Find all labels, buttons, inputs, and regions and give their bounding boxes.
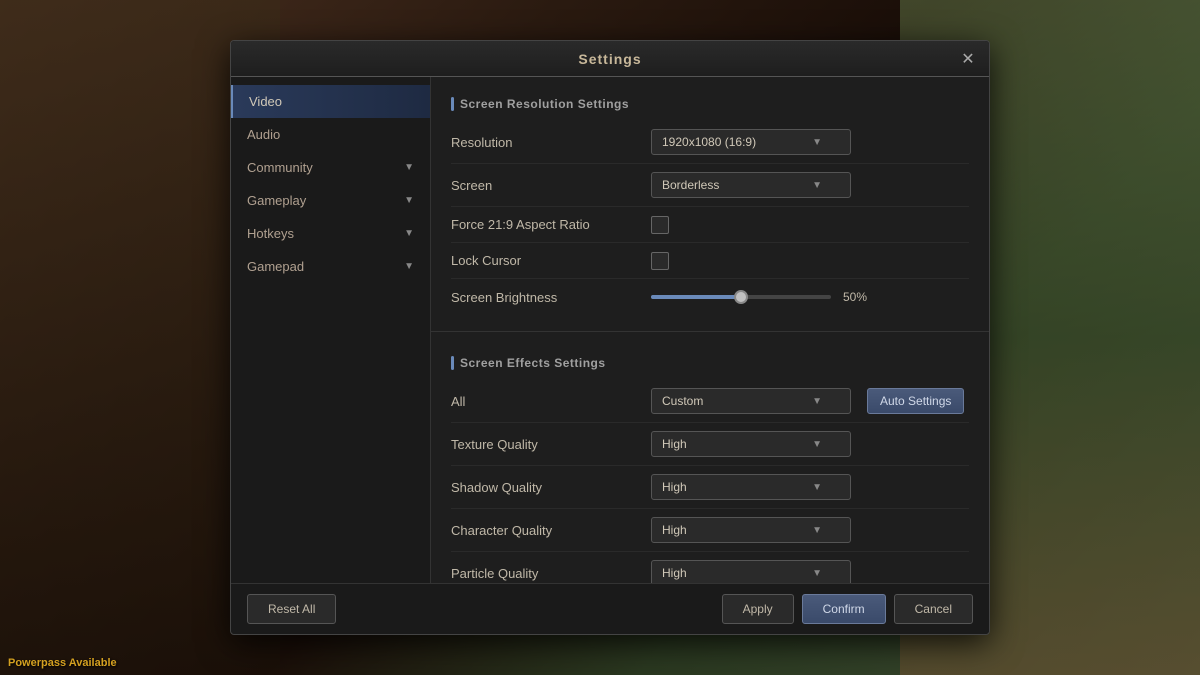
- brightness-row: Screen Brightness 50%: [451, 279, 969, 315]
- chevron-down-icon: ▼: [812, 180, 822, 191]
- texture-quality-value: High: [662, 437, 687, 451]
- screen-effects-section: Screen Effects Settings All Custom ▼ Aut…: [431, 336, 989, 583]
- resolution-row: Resolution 1920x1080 (16:9) ▼: [451, 121, 969, 164]
- sidebar-item-label: Hotkeys: [247, 226, 294, 241]
- auto-settings-button[interactable]: Auto Settings: [867, 388, 964, 414]
- sidebar-item-label: Audio: [247, 127, 280, 142]
- force-aspect-control: [651, 216, 969, 234]
- texture-quality-label: Texture Quality: [451, 437, 651, 452]
- sidebar-item-audio[interactable]: Audio: [231, 118, 430, 151]
- sidebar-item-video[interactable]: Video: [231, 85, 430, 118]
- brightness-slider-track[interactable]: [651, 295, 831, 299]
- resolution-dropdown[interactable]: 1920x1080 (16:9) ▼: [651, 129, 851, 155]
- character-quality-value: High: [662, 523, 687, 537]
- chevron-down-icon: ▼: [812, 568, 822, 579]
- character-quality-label: Character Quality: [451, 523, 651, 538]
- resolution-control: 1920x1080 (16:9) ▼: [651, 129, 969, 155]
- shadow-quality-label: Shadow Quality: [451, 480, 651, 495]
- force-aspect-row: Force 21:9 Aspect Ratio: [451, 207, 969, 243]
- lock-cursor-checkbox[interactable]: [651, 252, 669, 270]
- chevron-down-icon: ▼: [404, 162, 414, 173]
- chevron-down-icon: ▼: [812, 439, 822, 450]
- brightness-label: Screen Brightness: [451, 290, 651, 305]
- particle-quality-dropdown[interactable]: High ▼: [651, 560, 851, 583]
- lock-cursor-label: Lock Cursor: [451, 253, 651, 268]
- apply-button[interactable]: Apply: [722, 594, 794, 624]
- all-label: All: [451, 394, 651, 409]
- shadow-quality-control: High ▼: [651, 474, 969, 500]
- chevron-down-icon: ▼: [812, 137, 822, 148]
- cancel-button[interactable]: Cancel: [894, 594, 973, 624]
- texture-quality-control: High ▼: [651, 431, 969, 457]
- texture-quality-dropdown[interactable]: High ▼: [651, 431, 851, 457]
- screen-control: Borderless ▼: [651, 172, 969, 198]
- confirm-button[interactable]: Confirm: [802, 594, 886, 624]
- lock-cursor-row: Lock Cursor: [451, 243, 969, 279]
- brightness-slider-fill: [651, 295, 741, 299]
- screen-value: Borderless: [662, 178, 719, 192]
- lock-cursor-control: [651, 252, 969, 270]
- force-aspect-label: Force 21:9 Aspect Ratio: [451, 217, 651, 232]
- reset-all-button[interactable]: Reset All: [247, 594, 336, 624]
- all-control: Custom ▼ Auto Settings: [651, 388, 969, 414]
- all-dropdown[interactable]: Custom ▼: [651, 388, 851, 414]
- dialog-title: Settings: [578, 51, 641, 67]
- dialog-footer: Reset All Apply Confirm Cancel: [231, 583, 989, 634]
- sidebar-item-label: Gamepad: [247, 259, 304, 274]
- character-quality-dropdown[interactable]: High ▼: [651, 517, 851, 543]
- chevron-down-icon: ▼: [812, 482, 822, 493]
- settings-content: Screen Resolution Settings Resolution 19…: [431, 77, 989, 583]
- chevron-down-icon: ▼: [812, 525, 822, 536]
- screen-effects-header: Screen Effects Settings: [451, 348, 969, 380]
- brightness-slider-container: 50%: [651, 290, 969, 304]
- brightness-value: 50%: [843, 290, 878, 304]
- resolution-label: Resolution: [451, 135, 651, 150]
- close-button[interactable]: ✕: [957, 48, 979, 70]
- screen-resolution-header: Screen Resolution Settings: [451, 89, 969, 121]
- all-value: Custom: [662, 394, 703, 408]
- all-row: All Custom ▼ Auto Settings: [451, 380, 969, 423]
- sidebar-item-community[interactable]: Community ▼: [231, 151, 430, 184]
- sidebar: Video Audio Community ▼ Gameplay ▼ Hotke…: [231, 77, 431, 583]
- sidebar-item-label: Gameplay: [247, 193, 306, 208]
- shadow-quality-row: Shadow Quality High ▼: [451, 466, 969, 509]
- powerpass-label: Powerpass Available: [8, 657, 117, 669]
- sidebar-item-label: Community: [247, 160, 313, 175]
- sidebar-item-label: Video: [249, 94, 282, 109]
- chevron-down-icon: ▼: [812, 396, 822, 407]
- section-divider: [431, 331, 989, 332]
- particle-quality-label: Particle Quality: [451, 566, 651, 581]
- shadow-quality-value: High: [662, 480, 687, 494]
- chevron-down-icon: ▼: [404, 228, 414, 239]
- sidebar-item-gameplay[interactable]: Gameplay ▼: [231, 184, 430, 217]
- texture-quality-row: Texture Quality High ▼: [451, 423, 969, 466]
- resolution-value: 1920x1080 (16:9): [662, 135, 756, 149]
- screen-resolution-section: Screen Resolution Settings Resolution 19…: [431, 77, 989, 327]
- screen-row: Screen Borderless ▼: [451, 164, 969, 207]
- dialog-titlebar: Settings ✕: [231, 41, 989, 77]
- brightness-control: 50%: [651, 290, 969, 304]
- particle-quality-row: Particle Quality High ▼: [451, 552, 969, 583]
- character-quality-control: High ▼: [651, 517, 969, 543]
- particle-quality-value: High: [662, 566, 687, 580]
- settings-dialog: Settings ✕ Video Audio Community ▼ Gamep…: [230, 40, 990, 635]
- dialog-body: Video Audio Community ▼ Gameplay ▼ Hotke…: [231, 77, 989, 583]
- screen-dropdown[interactable]: Borderless ▼: [651, 172, 851, 198]
- footer-right: Apply Confirm Cancel: [722, 594, 973, 624]
- chevron-down-icon: ▼: [404, 261, 414, 272]
- section-title: Screen Effects Settings: [460, 356, 606, 370]
- particle-quality-control: High ▼: [651, 560, 969, 583]
- chevron-down-icon: ▼: [404, 195, 414, 206]
- character-quality-row: Character Quality High ▼: [451, 509, 969, 552]
- footer-left: Reset All: [247, 594, 336, 624]
- shadow-quality-dropdown[interactable]: High ▼: [651, 474, 851, 500]
- force-aspect-checkbox[interactable]: [651, 216, 669, 234]
- brightness-slider-thumb[interactable]: [734, 290, 748, 304]
- screen-label: Screen: [451, 178, 651, 193]
- section-title: Screen Resolution Settings: [460, 97, 629, 111]
- sidebar-item-gamepad[interactable]: Gamepad ▼: [231, 250, 430, 283]
- sidebar-item-hotkeys[interactable]: Hotkeys ▼: [231, 217, 430, 250]
